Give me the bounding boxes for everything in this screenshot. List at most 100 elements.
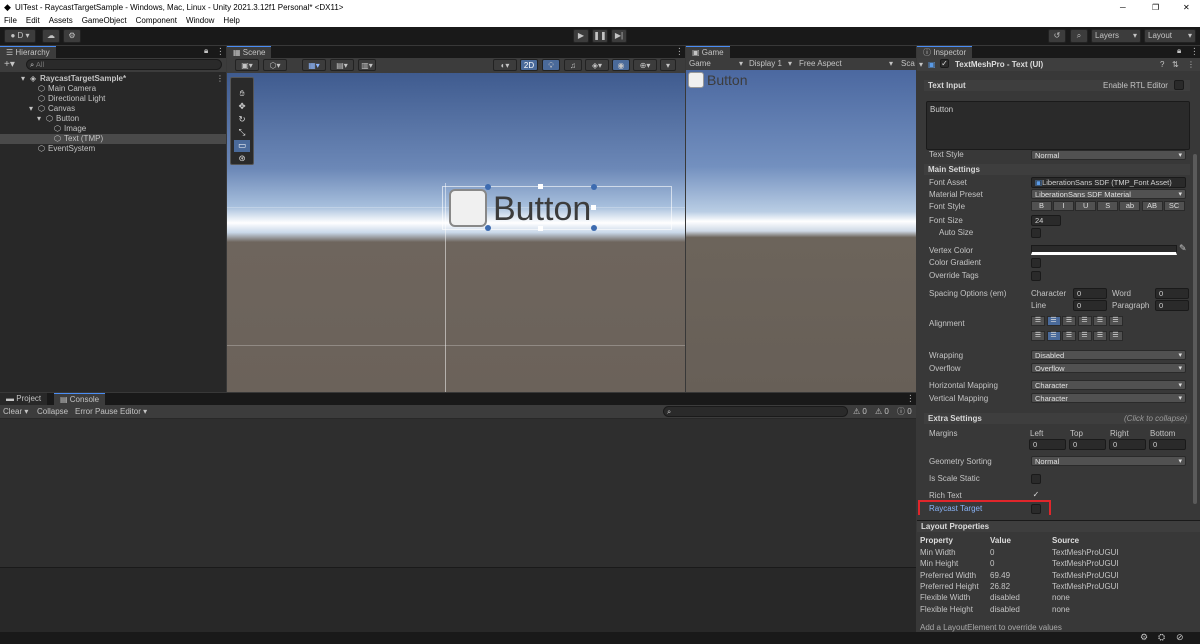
render-mode-button[interactable]: ⬡▾ — [263, 59, 287, 71]
selection-handle[interactable] — [485, 225, 491, 231]
info-count[interactable]: ⓘ 0 — [897, 405, 912, 418]
draw-mode-button[interactable]: ▣▾ — [235, 59, 259, 71]
align-vertical-icon[interactable]: ☰ — [1031, 331, 1045, 341]
console-log-area[interactable] — [0, 419, 916, 567]
tab-hierarchy[interactable]: ☰ Hierarchy — [0, 46, 56, 58]
main-settings-header[interactable]: Main Settings — [924, 164, 1190, 175]
font-asset-field[interactable]: ▣LiberationSans SDF (TMP_Font Asset) — [1031, 177, 1186, 188]
error-pause-button[interactable]: Error Pause — [75, 405, 118, 418]
more-icon[interactable]: ⋮ — [906, 393, 915, 404]
more-icon[interactable]: ⋮ — [675, 46, 684, 57]
tab-game[interactable]: ▣ Game — [686, 46, 730, 58]
margin-left-input[interactable]: 0 — [1029, 439, 1066, 450]
align-horizontal-icon[interactable]: ☰ — [1046, 316, 1061, 326]
line-spacing-input[interactable]: 0 — [1073, 300, 1107, 311]
font-style-button[interactable]: B — [1031, 201, 1052, 211]
preset-icon[interactable]: ⇅ — [1172, 58, 1179, 71]
margin-right-input[interactable]: 0 — [1109, 439, 1146, 450]
cloud-button[interactable]: ☁ — [42, 29, 60, 43]
cache-icon[interactable]: ⊘ — [1176, 632, 1184, 643]
vertical-mapping-dropdown[interactable]: Character — [1031, 393, 1186, 403]
visibility-button[interactable]: ◉ — [612, 59, 630, 71]
align-vertical-icon[interactable]: ☰ — [1108, 331, 1123, 341]
font-size-input[interactable]: 24 — [1031, 215, 1061, 226]
menu-gameobject[interactable]: GameObject — [82, 16, 127, 25]
transform-tool-icon[interactable]: ⊛ — [234, 153, 250, 165]
audio-button[interactable]: ♫ — [564, 59, 582, 71]
text-input-area[interactable]: Button — [926, 101, 1190, 150]
menu-window[interactable]: Window — [186, 16, 214, 25]
font-style-button[interactable]: ab — [1119, 201, 1141, 211]
tab-scene[interactable]: ▦ Scene — [227, 46, 272, 58]
game-mode-dropdown[interactable]: Game — [689, 58, 711, 70]
align-vertical-icon[interactable]: ☰ — [1062, 331, 1076, 341]
maximize-button[interactable]: ❐ — [1152, 0, 1159, 15]
lock-icon[interactable]: 🔒︎ — [204, 46, 208, 56]
color-gradient-checkbox[interactable] — [1031, 258, 1041, 268]
lock-icon[interactable]: 🔒︎ — [1177, 46, 1181, 56]
auto-size-checkbox[interactable] — [1031, 228, 1041, 238]
search-button[interactable]: ⌕ — [1070, 29, 1088, 43]
increment-snap-button[interactable]: ▥▾ — [358, 59, 376, 71]
hierarchy-item[interactable]: ⬡ Main Camera — [0, 84, 226, 94]
align-vertical-icon[interactable]: ☰ — [1093, 331, 1107, 341]
minimize-button[interactable]: ─ — [1120, 0, 1126, 15]
word-spacing-input[interactable]: 0 — [1155, 288, 1189, 299]
hand-tool-icon[interactable]: ✋︎ — [234, 88, 250, 100]
scene-viewport[interactable]: ✋︎ ✥ ↻ ⤡ ▭ ⊛ Button — [227, 73, 685, 392]
material-preset-dropdown[interactable]: LiberationSans SDF Material — [1031, 189, 1186, 199]
margin-top-input[interactable]: 0 — [1069, 439, 1106, 450]
hierarchy-item[interactable]: ▾ ⬡ Canvas — [0, 104, 226, 114]
play-button[interactable]: ▶ — [573, 29, 589, 43]
hierarchy-item[interactable]: ⬡ EventSystem — [0, 144, 226, 154]
add-icon[interactable]: +▾ — [4, 59, 15, 70]
character-spacing-input[interactable]: 0 — [1073, 288, 1107, 299]
tab-inspector[interactable]: ⓘ Inspector — [917, 46, 973, 58]
align-vertical-icon[interactable]: ☰ — [1077, 331, 1092, 341]
scale-tool-icon[interactable]: ⤡ — [234, 127, 250, 139]
mode-2d-button[interactable]: 2D — [520, 59, 538, 71]
display-dropdown[interactable]: Display 1 — [749, 58, 782, 70]
scale-slider-label[interactable]: Sca — [901, 58, 915, 70]
collapse-button[interactable]: Collapse — [37, 405, 68, 418]
lighting-status-icon[interactable]: ⛭ — [1158, 632, 1165, 643]
align-horizontal-icon[interactable]: ☰ — [1031, 316, 1045, 326]
account-button[interactable]: ● D ▾ — [4, 29, 36, 43]
history-button[interactable]: ↺ — [1048, 29, 1066, 43]
align-vertical-icon[interactable]: ☰ — [1046, 331, 1061, 341]
inspector-scroll[interactable]: Text Input Enable RTL Editor Button Text… — [917, 75, 1200, 515]
horizontal-mapping-dropdown[interactable]: Character — [1031, 380, 1186, 390]
bug-icon[interactable]: ⚙ — [1140, 632, 1148, 643]
geometry-sorting-dropdown[interactable]: Normal — [1031, 456, 1186, 466]
step-button[interactable]: ▶| — [611, 29, 627, 43]
snap-button[interactable]: ▤▾ — [330, 59, 354, 71]
menu-file[interactable]: File — [4, 16, 17, 25]
tab-project[interactable]: ▬ Project — [0, 393, 48, 405]
eyedropper-icon[interactable]: ✎ — [1179, 243, 1187, 254]
rect-tool-icon[interactable]: ▭ — [234, 140, 250, 152]
menu-help[interactable]: Help — [223, 16, 239, 25]
hierarchy-item[interactable]: ⬡ Text (TMP) — [0, 134, 226, 144]
font-style-button[interactable]: I — [1053, 201, 1075, 211]
selection-handle[interactable] — [538, 226, 543, 231]
close-button[interactable]: ✕ — [1183, 0, 1190, 15]
collapse-hint[interactable]: (Click to collapse) — [1124, 414, 1187, 424]
collab-button[interactable]: ⚙ — [63, 29, 81, 43]
hierarchy-item[interactable]: ⬡ Image — [0, 124, 226, 134]
effects-button[interactable]: ◈▾ — [585, 59, 609, 71]
more-icon[interactable]: ⋮ — [1190, 46, 1199, 57]
gizmos-dropdown[interactable]: ▾ — [660, 59, 676, 71]
selection-handle[interactable] — [485, 184, 491, 190]
wrapping-dropdown[interactable]: Disabled — [1031, 350, 1186, 360]
menu-component[interactable]: Component — [136, 16, 177, 25]
editor-dropdown[interactable]: Editor ▾ — [120, 405, 147, 418]
font-style-button[interactable]: U — [1075, 201, 1097, 211]
hierarchy-item[interactable]: ▾ ◈ RaycastTargetSample* ⋮ — [0, 74, 226, 84]
gizmos-button[interactable]: ⊕▾ — [633, 59, 657, 71]
component-enabled-checkbox[interactable]: ✓ — [940, 59, 949, 68]
layout-dropdown[interactable]: Layout ▾ — [1144, 29, 1196, 43]
lighting-button[interactable]: 💡︎ — [542, 59, 560, 71]
layers-dropdown[interactable]: Layers ▾ — [1091, 29, 1141, 43]
help-icon[interactable]: ? — [1160, 58, 1164, 71]
chevron-down-icon[interactable]: ▾ — [29, 104, 33, 114]
